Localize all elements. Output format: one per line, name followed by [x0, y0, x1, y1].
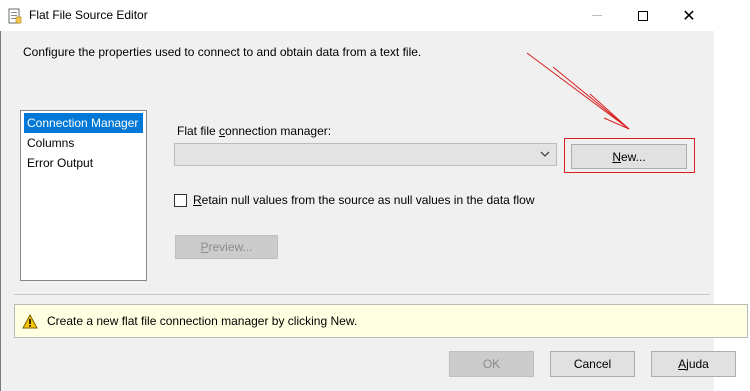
new-connection-button[interactable]: New... — [571, 144, 687, 169]
maximize-button[interactable] — [620, 0, 666, 31]
preview-button[interactable]: Preview... — [175, 235, 278, 259]
retain-null-checkbox[interactable] — [174, 193, 187, 207]
nav-item-error-output[interactable]: Error Output — [24, 153, 143, 173]
close-icon: ✕ — [682, 5, 696, 25]
retain-null-row[interactable]: Retain null values from the source as nu… — [174, 193, 535, 207]
retain-null-label: Retain null values from the source as nu… — [193, 193, 535, 207]
nav-item-columns[interactable]: Columns — [24, 133, 143, 153]
minimize-icon — [592, 15, 602, 16]
dialog-description: Configure the properties used to connect… — [23, 45, 422, 59]
info-bar: Create a new flat file connection manage… — [14, 304, 748, 338]
minimize-button[interactable] — [574, 0, 620, 31]
maximize-icon — [638, 10, 648, 21]
window-title: Flat File Source Editor — [29, 8, 148, 22]
chevron-down-icon — [540, 151, 550, 157]
nav-item-connection-manager[interactable]: Connection Manager — [24, 113, 143, 133]
info-message: Create a new flat file connection manage… — [47, 314, 358, 328]
divider — [14, 294, 710, 295]
page-list[interactable]: Connection Manager Columns Error Output — [20, 110, 147, 281]
document-icon — [8, 8, 22, 24]
connection-manager-label: Flat file connection manager: — [177, 124, 332, 138]
title-bar[interactable]: Flat File Source Editor ✕ — [0, 0, 750, 31]
connection-manager-select[interactable] — [174, 143, 557, 166]
help-button[interactable]: Ajuda — [651, 351, 736, 377]
warning-icon — [22, 313, 38, 328]
cancel-button[interactable]: Cancel — [550, 351, 635, 377]
close-button[interactable]: ✕ — [666, 0, 712, 31]
ok-button[interactable]: OK — [449, 351, 534, 377]
